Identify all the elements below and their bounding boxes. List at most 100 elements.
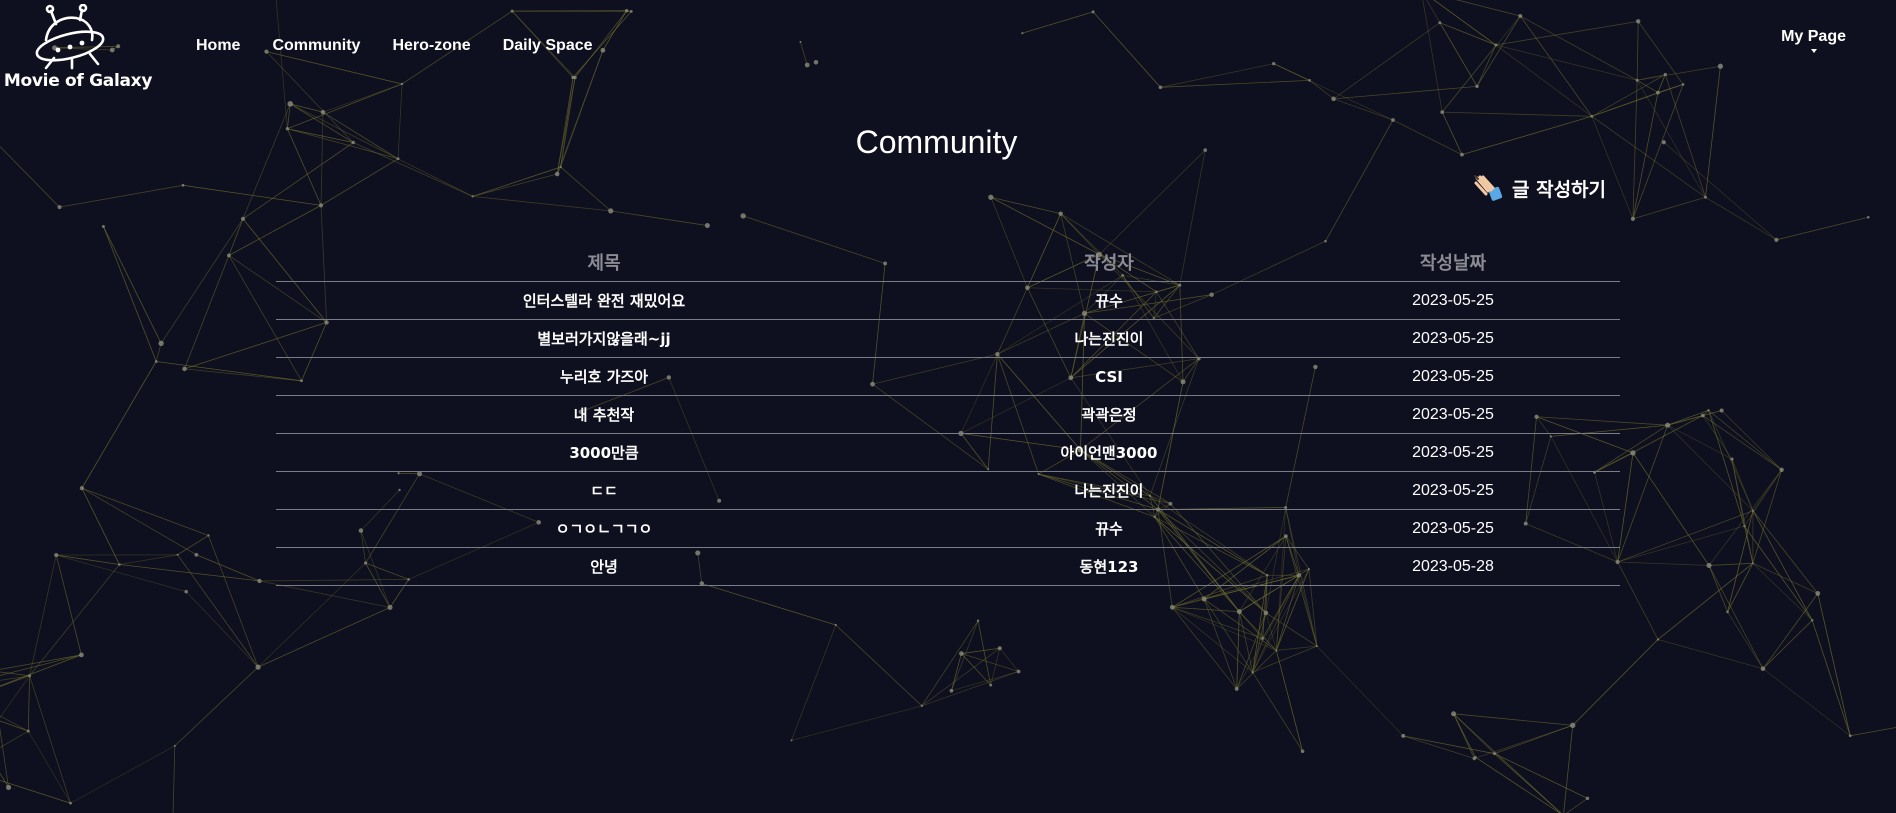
network-node [1751,509,1755,512]
post-title[interactable]: 내 추천작 [276,395,932,434]
network-line [1708,469,1782,566]
nav-home[interactable]: Home [196,37,240,55]
post-title[interactable]: ㄷㄷ [276,471,932,510]
post-date: 2023-05-25 [1286,433,1620,472]
nav-hero-zone[interactable]: Hero-zone [392,37,470,55]
network-line [0,720,29,732]
network-line [1495,44,1638,81]
network-node [1751,562,1754,565]
write-post-button[interactable]: 글 작성하기 [1474,174,1606,202]
network-node [1815,591,1821,596]
network-node [255,664,261,670]
post-date: 2023-05-28 [1286,547,1620,586]
network-line [81,361,157,489]
network-line [29,554,57,676]
network-node [559,165,562,169]
caret-down-icon [1810,49,1817,53]
post-title[interactable]: 별보러가지않을래~jj [276,319,932,358]
post-title[interactable]: 3000만큼 [276,433,932,472]
network-node [1811,619,1814,622]
network-line [1403,735,1475,759]
network-line [1476,15,1521,87]
network-node [173,744,176,747]
post-title[interactable]: ㅇㄱㅇㄴㄱㄱㅇ [276,509,932,548]
network-line [1657,562,1754,640]
network-line [1252,672,1303,752]
network-node [1391,118,1395,122]
network-line [1744,469,1782,527]
writing-hand-icon [1474,175,1503,201]
nav-daily-space[interactable]: Daily Space [503,37,593,55]
network-line [182,184,322,206]
network-node [1169,604,1175,610]
network-node [510,9,514,13]
network-node [176,553,179,556]
nav-community[interactable]: Community [272,37,360,55]
network-line [56,554,187,593]
network-node [1590,114,1594,118]
network-node [1331,96,1336,102]
my-page-menu[interactable]: My Page [1781,28,1846,53]
network-line [1160,63,1274,88]
network-line [1636,21,1639,81]
page: Movie of Galaxy Home Community Hero-zone… [0,0,1896,813]
network-node [949,688,954,693]
network-line [320,158,399,206]
network-line [1333,22,1441,100]
network-line [1752,563,1813,621]
network-node [1630,216,1635,221]
network-line [1439,22,1478,87]
column-header-author: 작성자 [932,242,1286,282]
network-node [1234,687,1239,691]
table-row[interactable]: 누리호 가즈아 CSI 2023-05-25 [276,357,1620,396]
network-node [1251,671,1254,674]
network-line [0,730,29,749]
network-line [103,226,162,344]
network-node [804,62,810,68]
network-line [1426,0,1478,87]
network-line [1591,92,1659,117]
network-line [1572,639,1659,726]
network-line [287,83,403,130]
network-line [1617,561,1659,640]
network-node [1315,645,1318,648]
write-post-label: 글 작성하기 [1512,178,1607,201]
column-header-date: 작성날짜 [1286,242,1620,282]
network-node [1475,84,1479,89]
network-line [119,554,178,565]
network-line [1022,11,1094,34]
network-line [1752,562,1818,594]
main-nav: Home Community Hero-zone Daily Space [196,37,625,55]
network-line [1709,562,1753,566]
table-row[interactable]: 3000만큼 아이언맨3000 2023-05-25 [276,433,1620,472]
table-row[interactable]: 별보러가지않을래~jj 나는진진이 2023-05-25 [276,319,1620,358]
table-row[interactable]: 내 추천작 곽곽은정 2023-05-25 [276,395,1620,434]
network-node [1300,749,1305,754]
table-row[interactable]: ㅇㄱㅇㄴㄱㄱㅇ 뀨수 2023-05-25 [276,509,1620,548]
site-logo[interactable]: Movie of Galaxy [0,4,156,96]
network-line [0,654,82,670]
network-line [1811,620,1851,736]
table-row[interactable]: ㄷㄷ 나는진진이 2023-05-25 [276,471,1620,510]
network-node [1438,21,1442,25]
post-title[interactable]: 누리호 가즈아 [276,357,932,396]
network-line [81,487,209,536]
post-title[interactable]: 안녕 [276,547,932,586]
table-row[interactable]: 안녕 동현123 2023-05-28 [276,547,1620,586]
network-node [1451,711,1457,717]
network-line [1453,713,1495,754]
network-node [1656,638,1660,641]
post-date: 2023-05-25 [1286,319,1620,358]
table-row[interactable]: 인터스텔라 완전 재밌어요 뀨수 2023-05-25 [276,281,1620,320]
network-node [799,40,802,43]
network-line [1636,79,1659,93]
network-node [28,674,32,678]
network-line [0,715,29,732]
network-node [1474,755,1477,759]
post-title[interactable]: 인터스텔라 완전 재밌어요 [276,281,932,320]
network-node [1663,72,1667,77]
column-header-title: 제목 [276,242,932,282]
network-line [1731,458,1754,511]
network-line [835,624,923,707]
network-node [118,563,121,566]
